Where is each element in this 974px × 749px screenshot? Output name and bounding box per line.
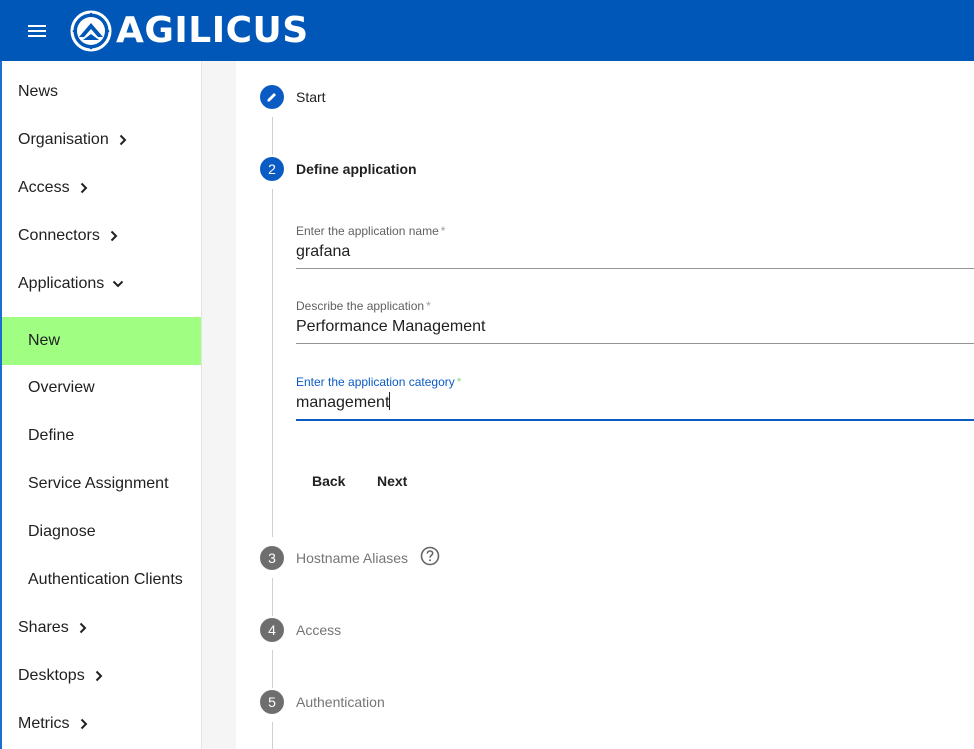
main-content: Start 2 Define application Enter the app…	[236, 61, 974, 749]
step-connector	[272, 117, 273, 155]
application-description-field[interactable]: Describe the application * Performance Ma…	[296, 299, 974, 344]
step-connector	[272, 578, 273, 616]
sidebar-item-label: Applications	[18, 275, 105, 292]
sidebar-item-diagnose[interactable]: Diagnose	[2, 508, 201, 556]
chevron-right-icon	[80, 718, 87, 730]
application-category-label: Enter the application category *	[296, 375, 462, 389]
sidebar-item-label: Desktops	[18, 667, 85, 684]
text-caret	[389, 392, 391, 410]
step-start-edit-icon[interactable]	[260, 85, 284, 109]
chevron-right-icon	[95, 670, 103, 682]
sidebar-item-authentication-clients[interactable]: Authentication Clients	[2, 556, 201, 604]
pencil-icon	[267, 93, 276, 102]
step-2-number[interactable]: 2	[260, 157, 284, 181]
sidebar-item-label: Organisation	[18, 131, 109, 148]
sidebar-item-label: Overview	[28, 379, 95, 396]
sidebar-item-organisation[interactable]: Organisation	[2, 116, 201, 164]
sidebar-item-label: News	[18, 83, 59, 100]
content-gutter	[202, 61, 236, 749]
sidebar-item-news[interactable]: News	[2, 68, 201, 116]
sidebar-item-shares[interactable]: Shares	[2, 604, 201, 652]
sidebar-item-service-assignment[interactable]: Service Assignment	[2, 460, 201, 508]
step-3-number[interactable]: 3	[260, 546, 284, 570]
sidebar-item-label: Diagnose	[28, 523, 96, 540]
step-connector	[272, 189, 273, 537]
help-circle-icon[interactable]	[420, 546, 440, 566]
sidebar-item-label: New	[28, 332, 61, 349]
step-connector	[272, 650, 273, 688]
step-start-label[interactable]: Start	[296, 85, 326, 109]
sidebar-item-access[interactable]: Access	[2, 164, 201, 212]
sidebar-item-applications[interactable]: Applications	[2, 260, 201, 308]
application-name-label: Enter the application name *	[296, 224, 446, 238]
application-category-field[interactable]: Enter the application category * manageme…	[296, 375, 974, 421]
top-app-bar: AGILICUS	[0, 0, 974, 61]
sidebar-item-desktops[interactable]: Desktops	[2, 652, 201, 700]
sidebar-item-label: Shares	[18, 619, 69, 636]
chevron-right-icon	[110, 230, 118, 242]
step-authentication-label[interactable]: Authentication	[296, 690, 385, 714]
step-define-application-label[interactable]: Define application	[296, 157, 417, 181]
chevron-right-icon	[79, 622, 87, 634]
brand-name: AGILICUS	[116, 10, 309, 51]
sidebar-item-label: Authentication Clients	[28, 571, 183, 588]
sidebar-item-define[interactable]: Define	[2, 412, 201, 460]
step-access-label[interactable]: Access	[296, 618, 341, 642]
sidebar-item-label: Metrics	[18, 715, 70, 732]
step-hostname-aliases-label[interactable]: Hostname Aliases	[296, 546, 408, 570]
application-description-label: Describe the application *	[296, 299, 431, 313]
application-name-field[interactable]: Enter the application name * grafana	[296, 224, 974, 269]
sidebar: News Organisation Access Connectors Appl…	[2, 61, 202, 749]
step-connector	[272, 722, 273, 749]
sidebar-item-new[interactable]: New	[2, 317, 201, 365]
sidebar-item-connectors[interactable]: Connectors	[2, 212, 201, 260]
back-button[interactable]: Back	[312, 467, 345, 495]
sidebar-item-label: Service Assignment	[28, 475, 169, 492]
hamburger-menu-icon[interactable]	[28, 23, 48, 39]
chevron-right-icon	[80, 182, 87, 194]
sidebar-item-overview[interactable]: Overview	[2, 364, 201, 412]
application-name-input[interactable]: grafana	[296, 240, 974, 269]
step-5-number[interactable]: 5	[260, 690, 284, 714]
next-button[interactable]: Next	[377, 467, 407, 495]
chevron-down-icon	[113, 280, 124, 288]
sidebar-item-metrics[interactable]: Metrics	[2, 700, 201, 748]
agilicus-logo-icon	[70, 10, 112, 52]
sidebar-item-label: Access	[18, 179, 70, 196]
chevron-right-icon	[119, 134, 127, 146]
step-4-number[interactable]: 4	[260, 618, 284, 642]
sidebar-item-label: Define	[28, 427, 75, 444]
sidebar-item-label: Connectors	[18, 227, 100, 244]
application-description-input[interactable]: Performance Management	[296, 315, 974, 344]
application-category-input[interactable]: management	[296, 391, 974, 421]
